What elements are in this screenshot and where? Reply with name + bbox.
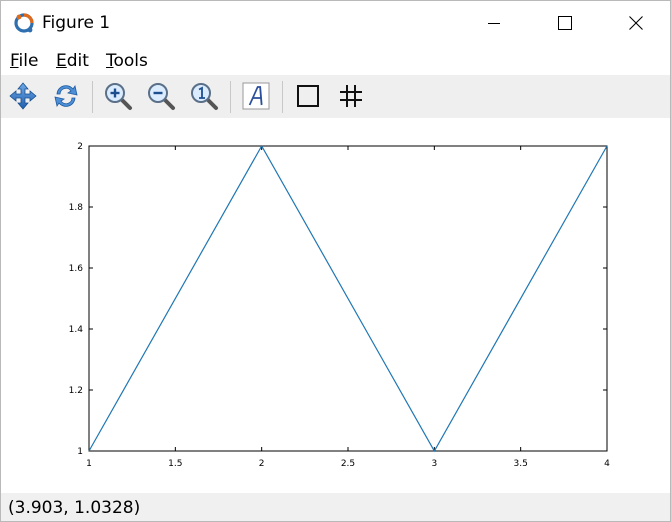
zoom-in-icon [105, 83, 132, 110]
cursor-coordinates: (3.903, 1.0328) [8, 498, 141, 518]
maximize-icon [558, 16, 572, 30]
figure-window: Figure 1 File Edit Tools 1 1.5 2 2.5 3 3… [0, 0, 671, 522]
x-tick-label: 4 [604, 459, 610, 469]
minimize-icon [488, 23, 500, 24]
menu-tools-accel: T [106, 51, 114, 71]
status-bar: (3.903, 1.0328) [1, 493, 670, 521]
x-tick-label: 3.5 [514, 459, 528, 469]
toolbar-separator [282, 81, 283, 113]
zoom-out-icon [148, 83, 175, 110]
axes-box-icon [297, 85, 319, 107]
menu-file-rest: ile [18, 51, 39, 71]
plot-svg[interactable]: 1 1.5 2 2.5 3 3.5 4 1 1.2 1.4 1.6 1.8 2 [1, 118, 670, 492]
menu-edit-accel: E [56, 51, 67, 71]
x-tick-label: 1.5 [168, 459, 182, 469]
zoom-out-button[interactable] [144, 79, 178, 113]
toolbar [1, 75, 670, 118]
x-tick-label: 3 [431, 459, 437, 469]
zoom-reset-button[interactable] [187, 79, 221, 113]
menu-edit[interactable]: Edit [56, 50, 89, 72]
zoom-in-button[interactable] [101, 79, 135, 113]
menu-edit-rest: dit [66, 51, 89, 71]
zoom-reset-icon [191, 83, 218, 110]
y-tick-label: 2 [77, 142, 83, 152]
y-tick-label: 1.2 [69, 386, 83, 396]
x-tick-label: 2.5 [341, 459, 355, 469]
y-tick-label: 1.6 [69, 264, 84, 274]
octave-app-icon [13, 12, 35, 34]
text-icon [242, 82, 270, 110]
toolbar-separator [230, 81, 231, 113]
close-icon [629, 16, 643, 30]
menu-tools[interactable]: Tools [106, 50, 148, 72]
menu-file-accel: F [10, 51, 19, 71]
close-button[interactable] [613, 1, 659, 45]
axes-box-button[interactable] [291, 79, 325, 113]
text-button[interactable] [239, 79, 273, 113]
minimize-button[interactable] [471, 1, 517, 45]
menu-bar: File Edit Tools [1, 48, 670, 74]
grid-icon [340, 85, 362, 107]
menu-tools-rest: ools [113, 51, 148, 71]
pan-button[interactable] [6, 79, 40, 113]
rotate-button[interactable] [49, 79, 83, 113]
rotate-icon [54, 84, 78, 108]
pan-icon [9, 82, 37, 110]
y-tick-label: 1.8 [69, 203, 84, 213]
toolbar-separator [92, 81, 93, 113]
window-title: Figure 1 [42, 13, 111, 33]
menu-file[interactable]: File [10, 50, 38, 72]
grid-button[interactable] [334, 79, 368, 113]
y-tick-label: 1.4 [69, 325, 84, 335]
figure-canvas[interactable]: 1 1.5 2 2.5 3 3.5 4 1 1.2 1.4 1.6 1.8 2 [1, 118, 670, 492]
title-bar[interactable]: Figure 1 [1, 1, 670, 45]
x-tick-label: 2 [259, 459, 265, 469]
y-tick-label: 1 [77, 447, 83, 457]
maximize-button[interactable] [542, 1, 588, 45]
x-tick-label: 1 [86, 459, 92, 469]
